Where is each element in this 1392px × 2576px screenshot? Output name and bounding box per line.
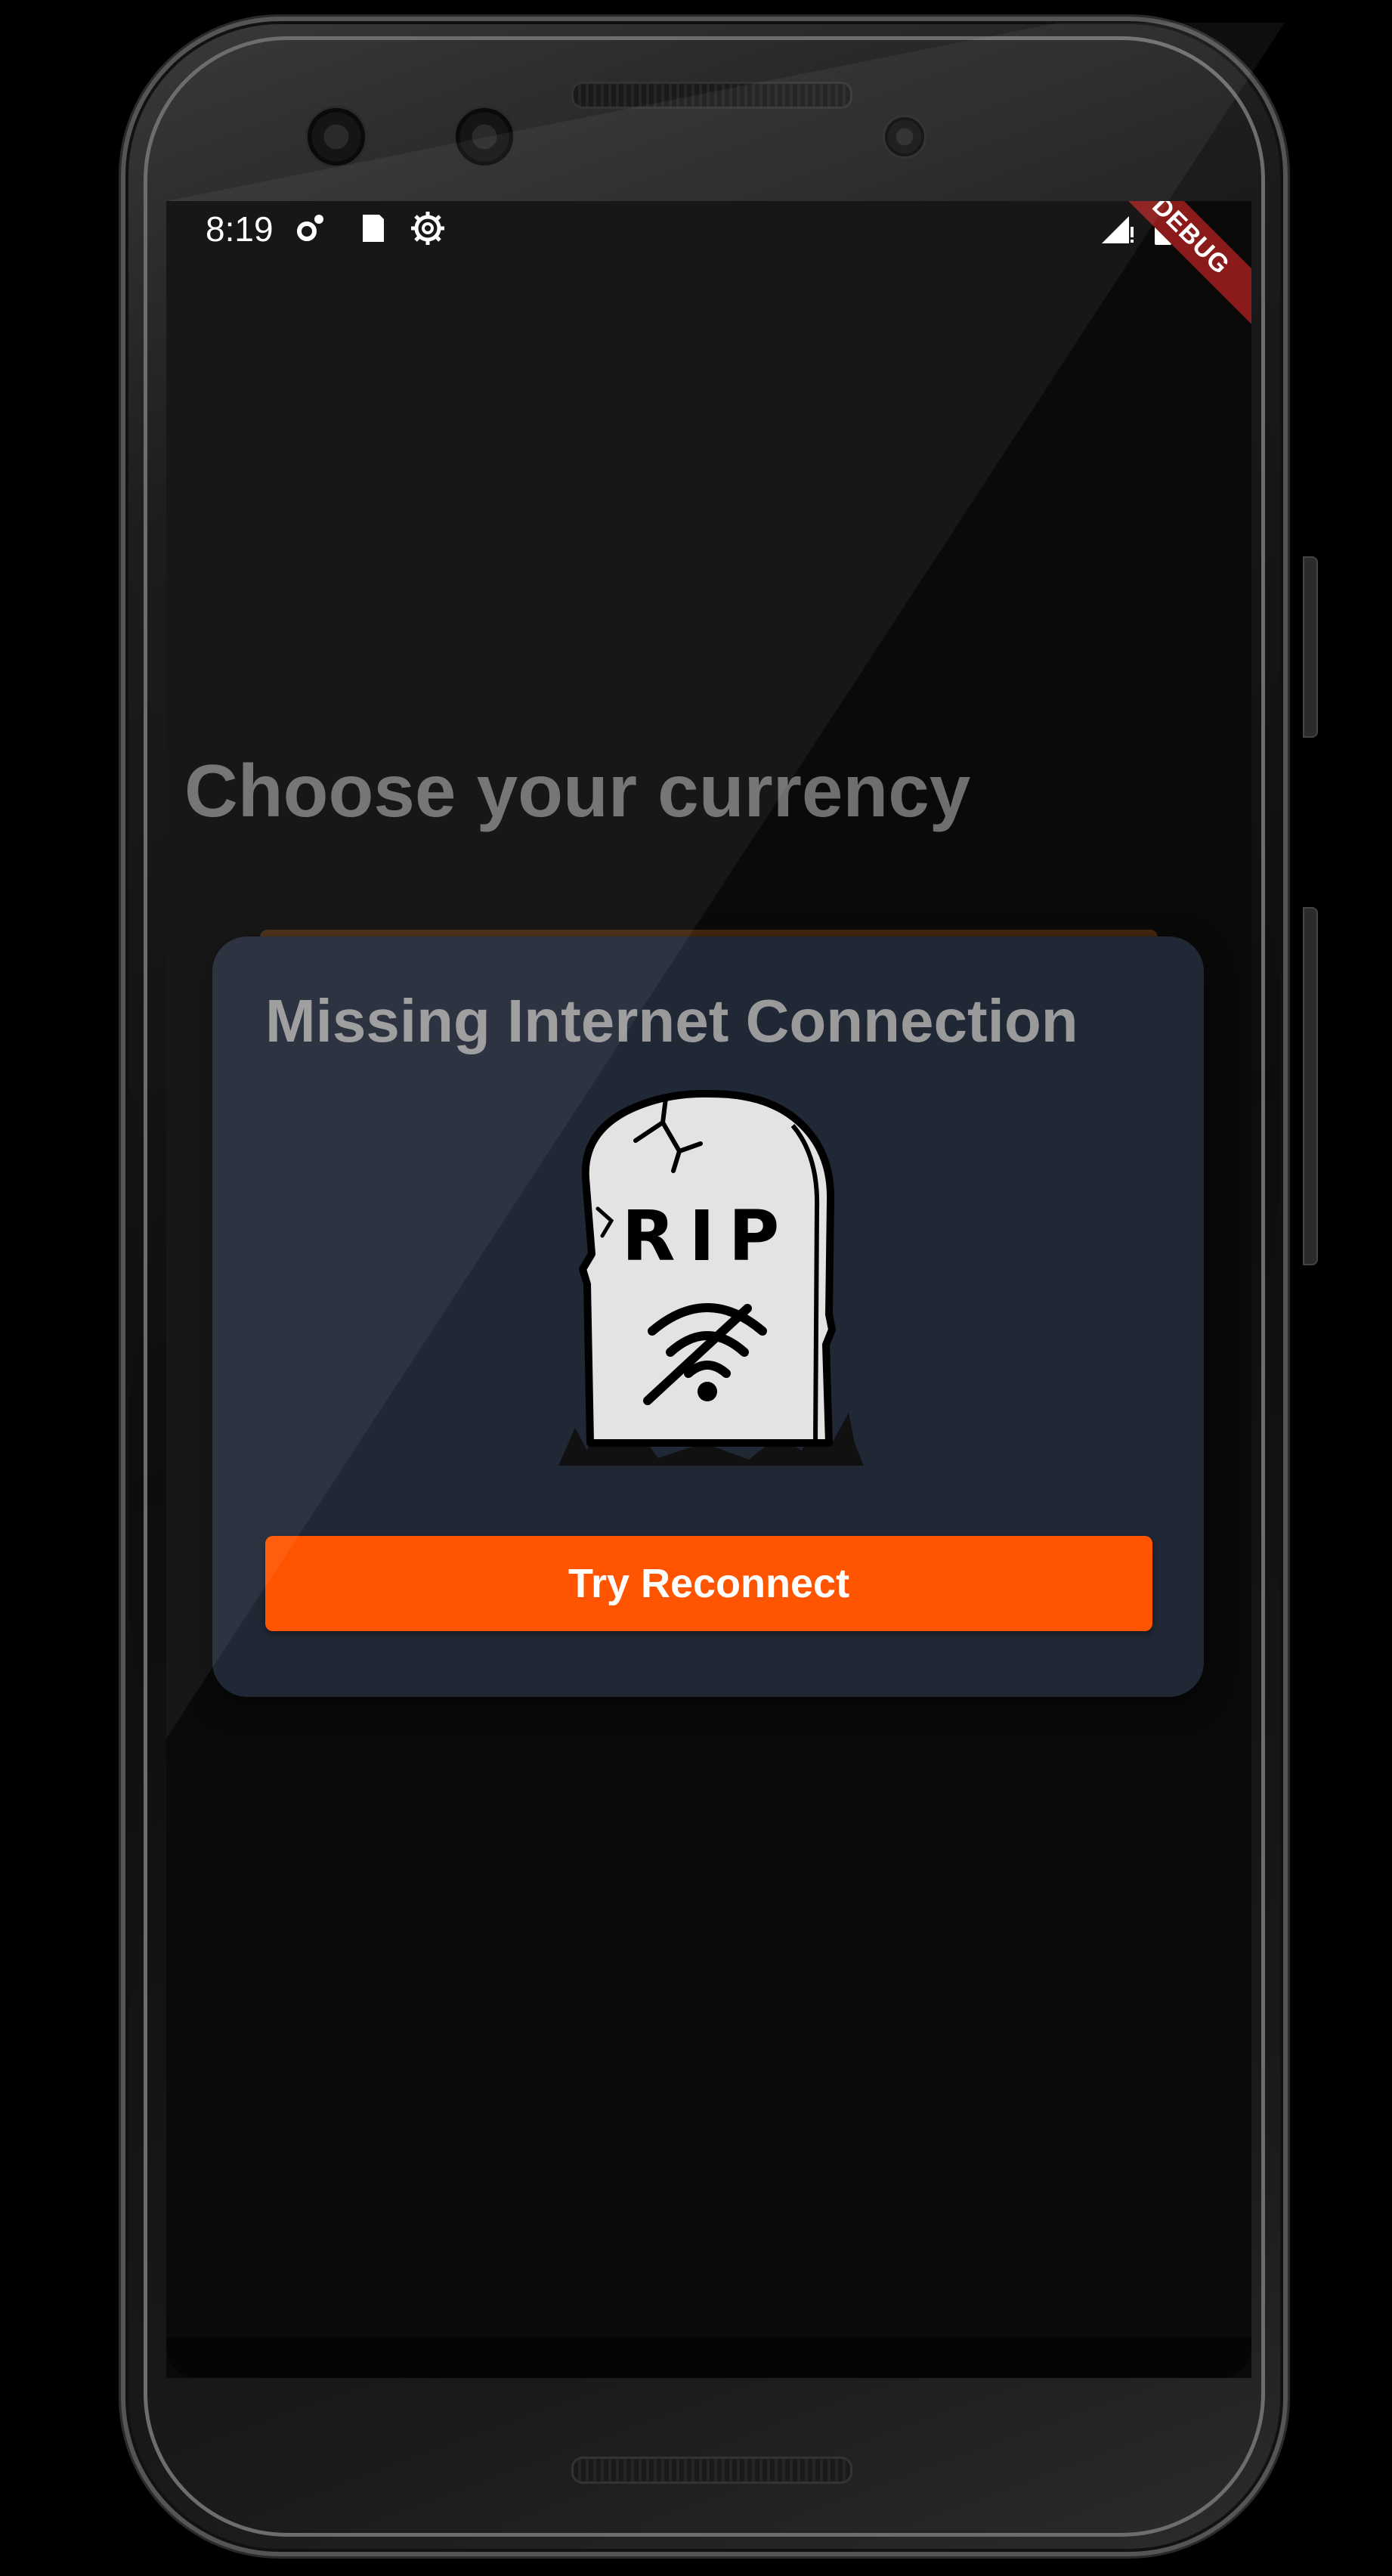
power-button <box>1303 556 1318 738</box>
status-bar: 8:19 <box>166 201 1251 269</box>
top-speaker-grille <box>571 82 852 109</box>
device-canvas: 8:19 DEBUG Choose your currency Missing … <box>0 0 1392 2576</box>
bottom-speaker-grille <box>571 2457 852 2484</box>
front-camera-left <box>305 106 367 168</box>
screen-bottom-bezel <box>166 2337 1251 2378</box>
signal-no-connection-icon <box>1102 216 1134 243</box>
sync-gear-icon <box>411 212 444 245</box>
tombstone-engraving: RIP <box>622 1196 793 1277</box>
settings-gear-icon <box>297 215 323 241</box>
app-screen: 8:19 DEBUG Choose your currency Missing … <box>166 201 1251 2378</box>
try-reconnect-button[interactable]: Try Reconnect <box>265 1536 1152 1631</box>
dialog-title: Missing Internet Connection <box>265 987 1078 1054</box>
tombstone-no-wifi-icon: RIP <box>558 1089 864 1466</box>
status-time: 8:19 <box>206 209 274 249</box>
proximity-sensor <box>883 115 926 159</box>
connection-error-dialog: Missing Internet Connection RIP Try Reco… <box>212 937 1204 1697</box>
page-title: Choose your currency <box>184 749 971 832</box>
volume-button <box>1303 907 1318 1265</box>
front-camera-right <box>453 106 515 168</box>
sd-card-icon <box>363 215 384 242</box>
